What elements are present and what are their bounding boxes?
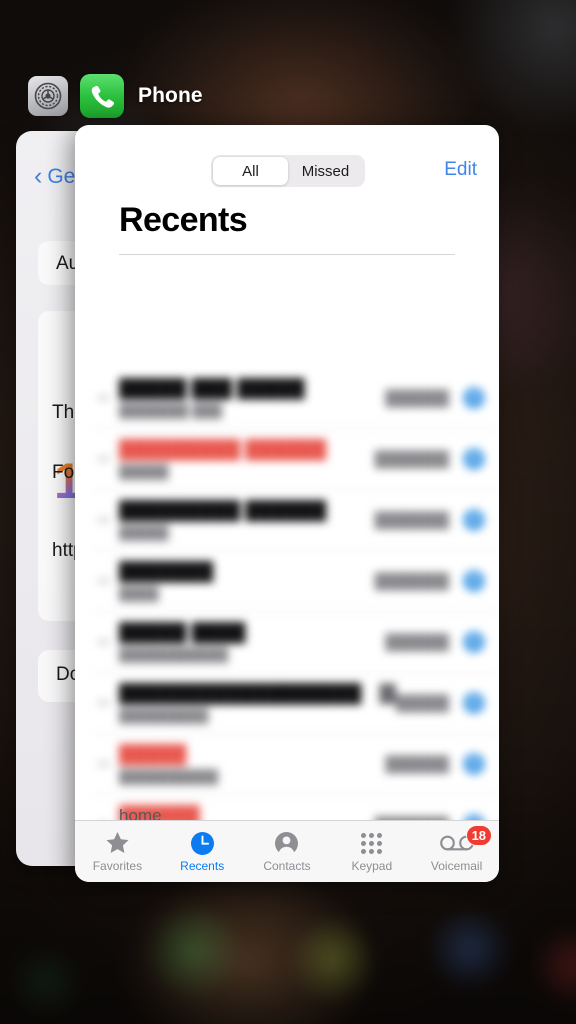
app-name-label: Phone: [138, 84, 203, 107]
call-info: █████████████████████████████: [119, 683, 396, 724]
call-direction-icon: [97, 514, 110, 526]
voicemail-icon: 18: [439, 825, 493, 856]
call-info-button[interactable]: [463, 448, 485, 470]
phone-topbar: All Missed Edit: [75, 125, 499, 191]
call-direction-icon: [97, 636, 110, 648]
star-icon: [105, 830, 130, 856]
tab-voicemail-label: Voicemail: [430, 859, 483, 873]
call-name: █████████ ██████: [119, 438, 327, 460]
tab-voicemail[interactable]: 18 Voicemail: [414, 825, 499, 873]
phone-glyph: [91, 85, 115, 108]
table-row[interactable]: █████ ███ █████ ███████ ███ ██████: [93, 368, 499, 429]
call-timestamp: █████: [395, 694, 449, 712]
clock-icon: [190, 830, 215, 856]
call-info: █████████ ██████ █████: [119, 439, 375, 480]
table-row[interactable]: █████████ ██████ █████ ███████: [93, 429, 499, 490]
tab-keypad[interactable]: Keypad: [329, 830, 414, 873]
tab-contacts-label: Contacts: [263, 859, 311, 873]
call-name: ███████: [119, 560, 214, 582]
call-name: █████ ████: [119, 621, 246, 643]
phone-handset-icon[interactable]: [80, 74, 124, 118]
call-info: █████ ████ ███████████: [119, 622, 385, 663]
call-info-button[interactable]: [463, 692, 485, 714]
call-info-button[interactable]: [463, 631, 485, 653]
tab-recents[interactable]: Recents: [160, 830, 245, 873]
call-subtitle: █████: [119, 463, 169, 480]
keypad-grid-icon: [361, 830, 383, 856]
call-direction-icon: [97, 453, 110, 465]
call-filter-segmented-control[interactable]: All Missed: [211, 155, 365, 187]
voicemail-badge: 18: [465, 825, 493, 846]
call-subtitle: ████: [119, 585, 159, 602]
page-title: Recents: [119, 201, 248, 239]
tab-favorites[interactable]: Favorites: [75, 830, 160, 873]
call-timestamp: ███████: [374, 511, 449, 529]
call-subtitle: █████████: [119, 707, 209, 724]
table-row[interactable]: █████ ████ ███████████ ██████: [93, 612, 499, 673]
call-subtitle: ██████████: [119, 768, 219, 785]
call-info-button[interactable]: [463, 387, 485, 409]
call-info: █████ ██████████: [119, 744, 385, 785]
call-direction-icon: [97, 392, 110, 404]
tab-keypad-label: Keypad: [351, 859, 393, 873]
table-row[interactable]: █████████ ██████ █████ ███████: [93, 490, 499, 551]
tab-recents-label: Recents: [180, 859, 225, 873]
call-info: █████ ███ █████ ███████ ███: [119, 378, 385, 419]
call-name: █████ ███ █████: [119, 377, 305, 399]
call-direction-icon: [97, 697, 110, 709]
call-info-button[interactable]: [463, 753, 485, 775]
call-timestamp: ███████: [374, 450, 449, 468]
tab-bar[interactable]: Favorites Recents Contacts Keypad 18 Voi…: [75, 820, 499, 882]
call-timestamp: ██████: [385, 755, 449, 773]
call-timestamp: ██████: [385, 389, 449, 407]
person-circle-icon: [274, 830, 299, 856]
call-name: █████████ ██████: [119, 499, 327, 521]
tab-favorites-label: Favorites: [92, 859, 143, 873]
call-name: █████: [119, 743, 187, 765]
call-timestamp: ██████: [385, 633, 449, 651]
recent-calls-list[interactable]: █████ ███ ████████████ █████████████████…: [75, 368, 499, 882]
call-subtitle: ███████ ███: [119, 402, 223, 419]
call-info: █████████ ██████ █████: [119, 500, 375, 541]
call-info-button[interactable]: [463, 509, 485, 531]
call-name: ████████████████████: [119, 683, 396, 705]
edit-button[interactable]: Edit: [444, 159, 477, 181]
table-row[interactable]: ██████████████████████████████████: [93, 673, 499, 734]
call-subtitle: ███████████: [119, 646, 229, 663]
call-subtitle: █████: [119, 524, 169, 541]
phone-app-card[interactable]: All Missed Edit Recents █████ ███ █████ █…: [75, 125, 499, 882]
switcher-app-header: Phone: [28, 74, 203, 118]
call-direction-icon: [97, 575, 110, 587]
call-info-button[interactable]: [463, 570, 485, 592]
call-count-badge: ██: [379, 683, 396, 703]
chevron-left-icon: ‹: [34, 162, 43, 190]
call-direction-icon: [97, 758, 110, 770]
title-divider: [119, 254, 455, 255]
call-timestamp: ███████: [374, 572, 449, 590]
tab-contacts[interactable]: Contacts: [245, 830, 330, 873]
app-switcher-screen: Phone ‹ Gen Au 1 This For http Do All Mi…: [0, 0, 576, 1024]
table-row[interactable]: █████ ██████████ ██████: [93, 734, 499, 795]
call-info: ███████████: [119, 561, 375, 602]
segment-missed[interactable]: Missed: [288, 157, 363, 185]
table-row[interactable]: ██████████████████: [93, 551, 499, 612]
segment-all[interactable]: All: [213, 157, 288, 185]
gear-glyph: [34, 82, 62, 110]
gear-icon[interactable]: [28, 76, 68, 116]
